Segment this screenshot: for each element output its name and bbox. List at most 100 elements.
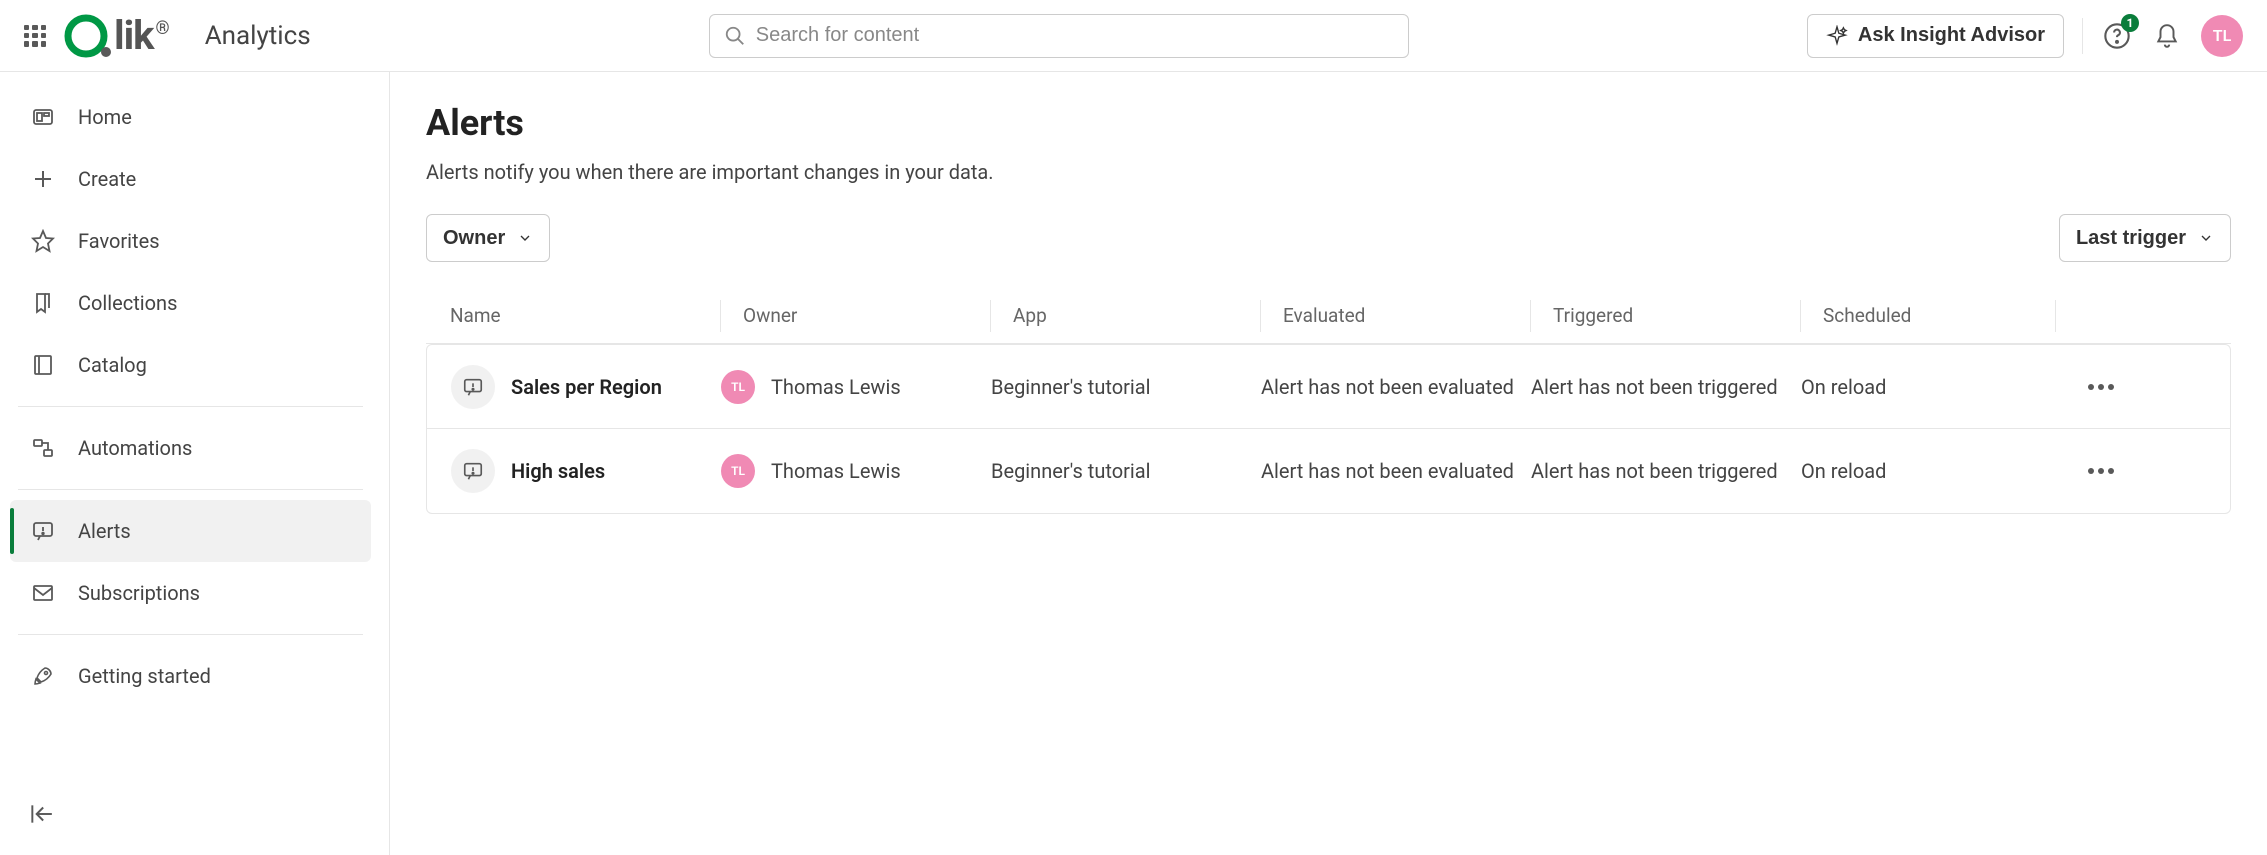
rocket-icon [30,663,56,689]
col-name[interactable]: Name [450,300,720,332]
nav-separator [18,634,363,635]
nav-separator [18,406,363,407]
sort-label: Last trigger [2076,227,2186,250]
col-app[interactable]: App [990,300,1260,332]
owner-filter-label: Owner [443,227,505,250]
help-badge: 1 [2121,14,2139,32]
cell-evaluated: Alert has not been evaluated [1261,375,1531,399]
sidebar-label: Collections [78,291,177,315]
sidebar-label: Automations [78,436,192,460]
sidebar-label: Subscriptions [78,581,200,605]
topbar: lik® Analytics Ask Insight Advisor 1 TL [0,0,2267,72]
search-box[interactable] [709,14,1409,58]
search-icon [724,25,746,47]
page-title: Alerts [426,102,2231,144]
sidebar-item-getting-started[interactable]: Getting started [10,645,371,707]
sidebar-bottom [10,791,371,841]
cell-scheduled: On reload [1801,459,2056,483]
sidebar-item-create[interactable]: Create [10,148,371,210]
table-row[interactable]: High sales TL Thomas Lewis Beginner's tu… [427,429,2230,513]
notifications-button[interactable] [2151,20,2183,52]
cell-app: Beginner's tutorial [991,375,1261,399]
search-input[interactable] [756,24,1394,47]
cell-owner: TL Thomas Lewis [721,370,991,404]
topbar-left: lik® Analytics [24,12,311,60]
sidebar-label: Alerts [78,519,131,543]
sidebar-item-home[interactable]: Home [10,86,371,148]
table-row[interactable]: Sales per Region TL Thomas Lewis Beginne… [427,345,2230,429]
sort-dropdown[interactable]: Last trigger [2059,214,2231,262]
collapse-icon [28,801,54,827]
sidebar-label: Catalog [78,353,147,377]
alert-row-icon [451,365,495,409]
cell-owner: TL Thomas Lewis [721,454,991,488]
collapse-sidebar-button[interactable] [28,801,371,831]
owner-name: Thomas Lewis [771,375,901,399]
sidebar-label: Create [78,167,136,191]
help-button[interactable]: 1 [2101,20,2133,52]
alert-name: High sales [511,459,605,483]
owner-avatar: TL [721,454,755,488]
ask-insight-advisor-button[interactable]: Ask Insight Advisor [1807,14,2064,58]
home-icon [30,104,56,130]
alert-row-icon [451,449,495,493]
sidebar-item-alerts[interactable]: Alerts [10,500,371,562]
star-icon [30,228,56,254]
cell-name: Sales per Region [451,365,721,409]
cell-triggered: Alert has not been triggered [1531,459,1801,483]
logo-q-icon [64,12,112,60]
more-icon [2088,384,2114,390]
col-triggered[interactable]: Triggered [1530,300,1800,332]
chevron-down-icon [517,230,533,246]
col-actions [2055,300,2145,332]
cell-scheduled: On reload [1801,375,2056,399]
cell-triggered: Alert has not been triggered [1531,375,1801,399]
sidebar-item-collections[interactable]: Collections [10,272,371,334]
row-actions-button[interactable] [2056,384,2146,390]
main: Home Create Favorites Collections Catalo… [0,72,2267,855]
sidebar-label: Home [78,105,132,129]
owner-name: Thomas Lewis [771,459,901,483]
insight-label: Ask Insight Advisor [1858,24,2045,47]
search-wrap [327,14,1791,58]
nav-separator [18,489,363,490]
logo-text: lik® [114,12,169,59]
sidebar-item-subscriptions[interactable]: Subscriptions [10,562,371,624]
col-evaluated[interactable]: Evaluated [1260,300,1530,332]
sidebar-label: Favorites [78,229,160,253]
col-scheduled[interactable]: Scheduled [1800,300,2055,332]
cell-evaluated: Alert has not been evaluated [1261,459,1531,483]
bell-icon [2154,23,2180,49]
cell-name: High sales [451,449,721,493]
mail-icon [30,580,56,606]
alert-icon [30,518,56,544]
app-launcher-icon[interactable] [24,25,46,47]
sidebar: Home Create Favorites Collections Catalo… [0,72,390,855]
alert-name: Sales per Region [511,375,662,399]
col-owner[interactable]: Owner [720,300,990,332]
sidebar-item-automations[interactable]: Automations [10,417,371,479]
sidebar-item-catalog[interactable]: Catalog [10,334,371,396]
user-avatar[interactable]: TL [2201,15,2243,57]
catalog-icon [30,352,56,378]
plus-icon [30,166,56,192]
bookmark-icon [30,290,56,316]
automations-icon [30,435,56,461]
alerts-table: Name Owner App Evaluated Triggered Sched… [426,288,2231,514]
chevron-down-icon [2198,230,2214,246]
sidebar-label: Getting started [78,664,211,688]
filters-row: Owner Last trigger [426,214,2231,262]
content: Alerts Alerts notify you when there are … [390,72,2267,855]
owner-avatar: TL [721,370,755,404]
table-header: Name Owner App Evaluated Triggered Sched… [426,288,2231,344]
sidebar-item-favorites[interactable]: Favorites [10,210,371,272]
owner-filter-dropdown[interactable]: Owner [426,214,550,262]
row-actions-button[interactable] [2056,468,2146,474]
topbar-right: Ask Insight Advisor 1 TL [1807,14,2243,58]
sparkle-icon [1826,25,1848,47]
divider [2082,18,2083,54]
more-icon [2088,468,2114,474]
page-description: Alerts notify you when there are importa… [426,160,2231,184]
cell-app: Beginner's tutorial [991,459,1261,483]
qlik-logo[interactable]: lik® [64,12,169,60]
